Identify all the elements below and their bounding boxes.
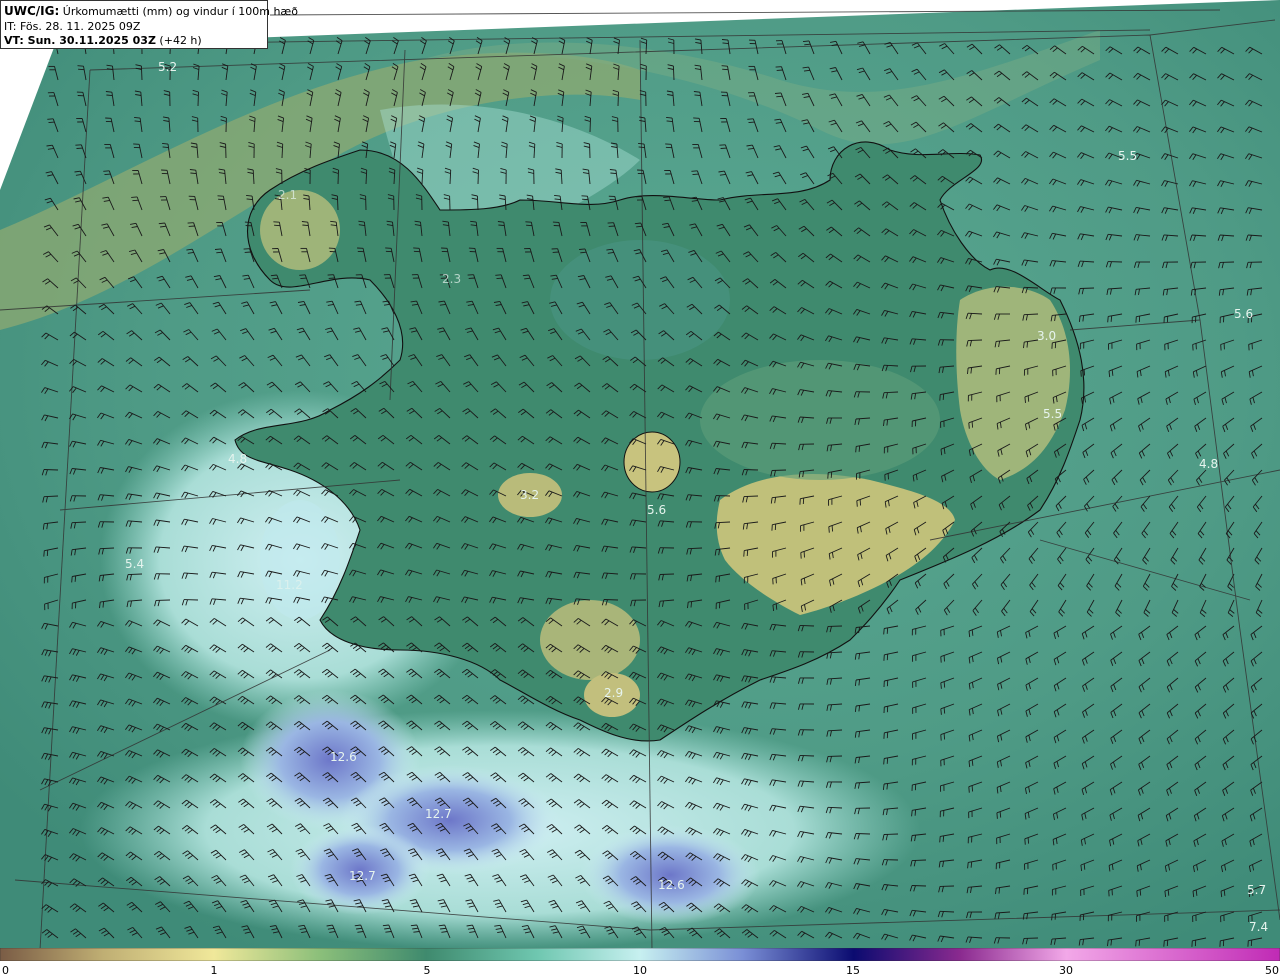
value-label: 12.7 <box>349 869 376 883</box>
init-time: IT: Fös. 28. 11. 2025 09Z <box>4 19 141 33</box>
value-label: 5.5 <box>1043 407 1062 421</box>
value-label: 3.0 <box>1037 329 1056 343</box>
colorbar-tick: 15 <box>846 964 860 977</box>
value-label: 5.5 <box>1118 149 1137 163</box>
valid-offset: (+42 h) <box>155 34 202 47</box>
colorbar-tick: 0 <box>2 964 9 977</box>
colorbar-tick: 5 <box>423 964 431 977</box>
value-label: 3.2 <box>520 488 539 502</box>
value-label: 4.8 <box>228 452 247 466</box>
colorbar-tick: 30 <box>1059 964 1073 977</box>
value-label: 12.6 <box>330 750 357 764</box>
value-label: 2.9 <box>604 686 623 700</box>
model-label: UWC/IG: <box>4 4 60 18</box>
colorbar: 0 1 5 10 15 30 50 <box>0 948 1280 978</box>
value-label: 12.7 <box>425 807 452 821</box>
title-line: UWC/IG: Úrkomumætti (mm) og vindur í 100… <box>4 4 298 20</box>
value-label: 5.4 <box>125 557 144 571</box>
colorbar-gradient <box>0 948 1280 961</box>
value-label: 2.3 <box>442 272 461 286</box>
value-label: 12.6 <box>658 878 685 892</box>
colorbar-tick: 50 <box>1265 964 1279 977</box>
forecast-map: 5.2 5.5 5.6 3.0 5.5 4.8 4.8 3.2 5.6 5.4 … <box>0 0 1280 948</box>
value-label: 5.7 <box>1247 883 1266 897</box>
value-label: 5.6 <box>1234 307 1253 321</box>
value-label: 5.6 <box>647 503 666 517</box>
value-label: 2.1 <box>278 188 297 202</box>
colorbar-tick: 1 <box>210 964 218 977</box>
value-label: 7.4 <box>1249 920 1268 934</box>
value-label: 11.2 <box>276 578 303 592</box>
value-label: 5.2 <box>158 60 177 74</box>
valid-time: VT: Sun. 30.11.2025 03Z <box>4 34 156 47</box>
precipitation-wind-map: 5.2 5.5 5.6 3.0 5.5 4.8 4.8 3.2 5.6 5.4 … <box>0 0 1280 948</box>
map-title: Úrkomumætti (mm) og vindur í 100m hæð <box>62 5 298 18</box>
valid-time-line: VT: Sun. 30.11.2025 03Z (+42 h) <box>4 34 264 49</box>
value-label: 4.8 <box>1199 457 1218 471</box>
colorbar-tick: 10 <box>633 964 647 977</box>
map-info-box: UWC/IG: Úrkomumætti (mm) og vindur í 100… <box>0 0 298 49</box>
